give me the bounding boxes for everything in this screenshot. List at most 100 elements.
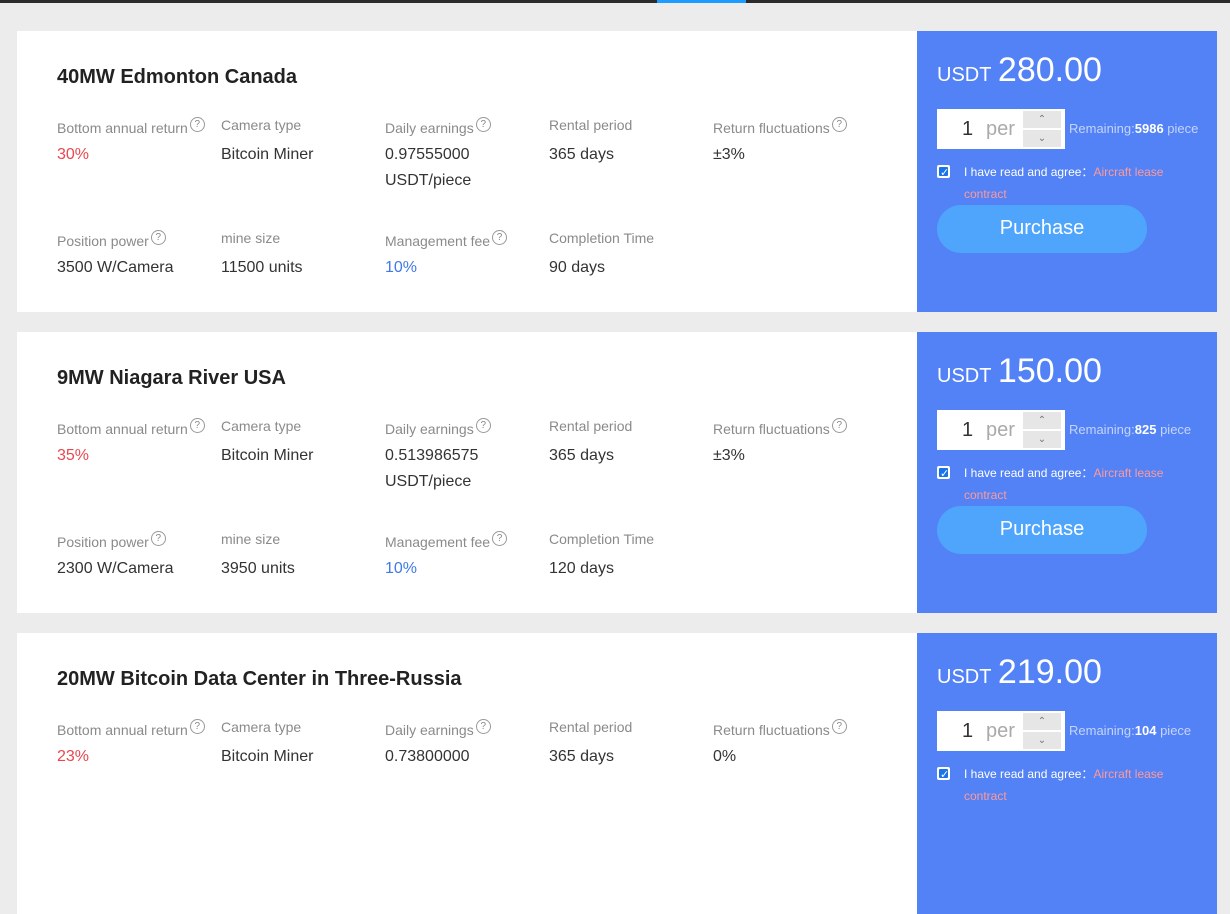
- rental-period-value: 365 days: [549, 447, 614, 464]
- product-card: 20MW Bitcoin Data Center in Three-Russia…: [17, 633, 1217, 914]
- price-currency: USDT: [937, 365, 992, 387]
- active-tab-indicator: [657, 0, 746, 3]
- agreement: ✓ I have read and agree：Aircraft lease c…: [937, 763, 1207, 807]
- agree-text: I have read and agree：: [964, 165, 1094, 179]
- product-card: 40MW Edmonton Canada Bottom annual retur…: [17, 31, 1217, 312]
- camera-type-value: Bitcoin Miner: [221, 748, 314, 765]
- agree-text: I have read and agree：: [964, 767, 1094, 781]
- completion-time-label: Completion Time: [549, 230, 655, 246]
- agreement: ✓ I have read and agree：Aircraft lease c…: [937, 462, 1207, 506]
- remaining-stock: Remaining:825 piece: [1069, 422, 1192, 437]
- price-currency: USDT: [937, 666, 992, 688]
- daily-earnings-value: 0.97555000 USDT/piece: [385, 146, 472, 189]
- rental-period-value: 365 days: [549, 146, 614, 163]
- increment-button[interactable]: ⌃: [1023, 412, 1061, 429]
- daily-earnings-value: 0.513986575 USDT/piece: [385, 447, 479, 490]
- price-amount: 219.00: [997, 653, 1102, 691]
- remaining-stock: Remaining:104 piece: [1069, 723, 1192, 738]
- return-fluctuations-value: ±3%: [713, 146, 745, 163]
- position-power-value: 3500 W/Camera: [57, 259, 174, 276]
- chevron-up-icon: ⌃: [1037, 415, 1047, 426]
- rental-period-label: Rental period: [549, 719, 633, 735]
- quantity-value[interactable]: 1: [962, 419, 973, 442]
- return-fluctuations-value: 0%: [713, 748, 737, 765]
- annual-return-value: 23%: [57, 748, 90, 765]
- help-icon[interactable]: ?: [189, 719, 205, 734]
- annual-return-label: Bottom annual return?: [57, 418, 205, 437]
- position-power-value: 2300 W/Camera: [57, 560, 174, 577]
- purchase-button[interactable]: Purchase: [937, 205, 1147, 253]
- return-fluctuations-value: ±3%: [713, 447, 745, 464]
- help-icon[interactable]: ?: [475, 418, 491, 433]
- product-info-panel: 9MW Niagara River USA Bottom annual retu…: [17, 332, 917, 613]
- increment-button[interactable]: ⌃: [1023, 713, 1061, 730]
- camera-type-label: Camera type: [221, 418, 302, 434]
- product-card: 9MW Niagara River USA Bottom annual retu…: [17, 332, 1217, 613]
- daily-earnings-label: Daily earnings?: [385, 719, 491, 738]
- increment-button[interactable]: ⌃: [1023, 111, 1061, 128]
- help-icon[interactable]: ?: [475, 117, 491, 132]
- position-power-label: Position power?: [57, 531, 166, 550]
- price-amount: 280.00: [997, 51, 1102, 89]
- camera-type-label: Camera type: [221, 719, 302, 735]
- help-icon[interactable]: ?: [492, 230, 508, 245]
- chevron-down-icon: ⌄: [1037, 434, 1047, 445]
- agree-checkbox[interactable]: ✓: [937, 767, 950, 781]
- mine-size-value: 3950 units: [221, 560, 295, 577]
- top-nav-bar: [0, 0, 1230, 3]
- quantity-stepper[interactable]: 1 per ⌃ ⌄: [937, 410, 1065, 450]
- purchase-button[interactable]: Purchase: [937, 506, 1147, 554]
- purchase-panel: USDT 280.00 1 per ⌃ ⌄ Remaining:5986 pie…: [917, 31, 1217, 312]
- management-fee-value: 10%: [385, 259, 418, 276]
- price-currency: USDT: [937, 64, 992, 86]
- check-icon: ✓: [940, 468, 950, 480]
- help-icon[interactable]: ?: [189, 117, 205, 132]
- help-icon[interactable]: ?: [831, 117, 847, 132]
- agree-text: I have read and agree：: [964, 466, 1094, 480]
- decrement-button[interactable]: ⌄: [1023, 732, 1061, 749]
- camera-type-value: Bitcoin Miner: [221, 447, 314, 464]
- chevron-down-icon: ⌄: [1037, 735, 1047, 746]
- position-power-label: Position power?: [57, 230, 166, 249]
- quantity-unit: per: [986, 118, 1015, 140]
- quantity-stepper[interactable]: 1 per ⌃ ⌄: [937, 711, 1065, 751]
- purchase-panel: USDT 219.00 1 per ⌃ ⌄ Remaining:104 piec…: [917, 633, 1217, 914]
- management-fee-label: Management fee?: [385, 531, 508, 550]
- price: USDT 150.00: [937, 352, 1102, 391]
- daily-earnings-label: Daily earnings?: [385, 117, 491, 136]
- camera-type-label: Camera type: [221, 117, 302, 133]
- completion-time-value: 90 days: [549, 259, 606, 276]
- chevron-down-icon: ⌄: [1037, 133, 1047, 144]
- quantity-value[interactable]: 1: [962, 720, 973, 743]
- mine-size-value: 11500 units: [221, 259, 303, 276]
- quantity-stepper[interactable]: 1 per ⌃ ⌄: [937, 109, 1065, 149]
- completion-time-value: 120 days: [549, 560, 614, 577]
- help-icon[interactable]: ?: [831, 719, 847, 734]
- agree-checkbox[interactable]: ✓: [937, 466, 950, 480]
- help-icon[interactable]: ?: [150, 531, 166, 546]
- quantity-value[interactable]: 1: [962, 118, 973, 141]
- management-fee-label: Management fee?: [385, 230, 508, 249]
- product-info-panel: 20MW Bitcoin Data Center in Three-Russia…: [17, 633, 917, 914]
- agree-checkbox[interactable]: ✓: [937, 165, 950, 179]
- agreement: ✓ I have read and agree：Aircraft lease c…: [937, 161, 1207, 205]
- decrement-button[interactable]: ⌄: [1023, 431, 1061, 448]
- annual-return-value: 30%: [57, 146, 90, 163]
- daily-earnings-label: Daily earnings?: [385, 418, 491, 437]
- rental-period-label: Rental period: [549, 418, 633, 434]
- product-title: 9MW Niagara River USA: [57, 367, 286, 389]
- help-icon[interactable]: ?: [150, 230, 166, 245]
- product-title: 20MW Bitcoin Data Center in Three-Russia: [57, 668, 462, 690]
- decrement-button[interactable]: ⌄: [1023, 130, 1061, 147]
- help-icon[interactable]: ?: [189, 418, 205, 433]
- mine-size-label: mine size: [221, 531, 281, 547]
- annual-return-label: Bottom annual return?: [57, 719, 205, 738]
- return-fluctuations-label: Return fluctuations?: [713, 418, 847, 437]
- product-info-panel: 40MW Edmonton Canada Bottom annual retur…: [17, 31, 917, 312]
- help-icon[interactable]: ?: [492, 531, 508, 546]
- help-icon[interactable]: ?: [475, 719, 491, 734]
- price-amount: 150.00: [997, 352, 1102, 390]
- chevron-up-icon: ⌃: [1037, 716, 1047, 727]
- purchase-panel: USDT 150.00 1 per ⌃ ⌄ Remaining:825 piec…: [917, 332, 1217, 613]
- help-icon[interactable]: ?: [831, 418, 847, 433]
